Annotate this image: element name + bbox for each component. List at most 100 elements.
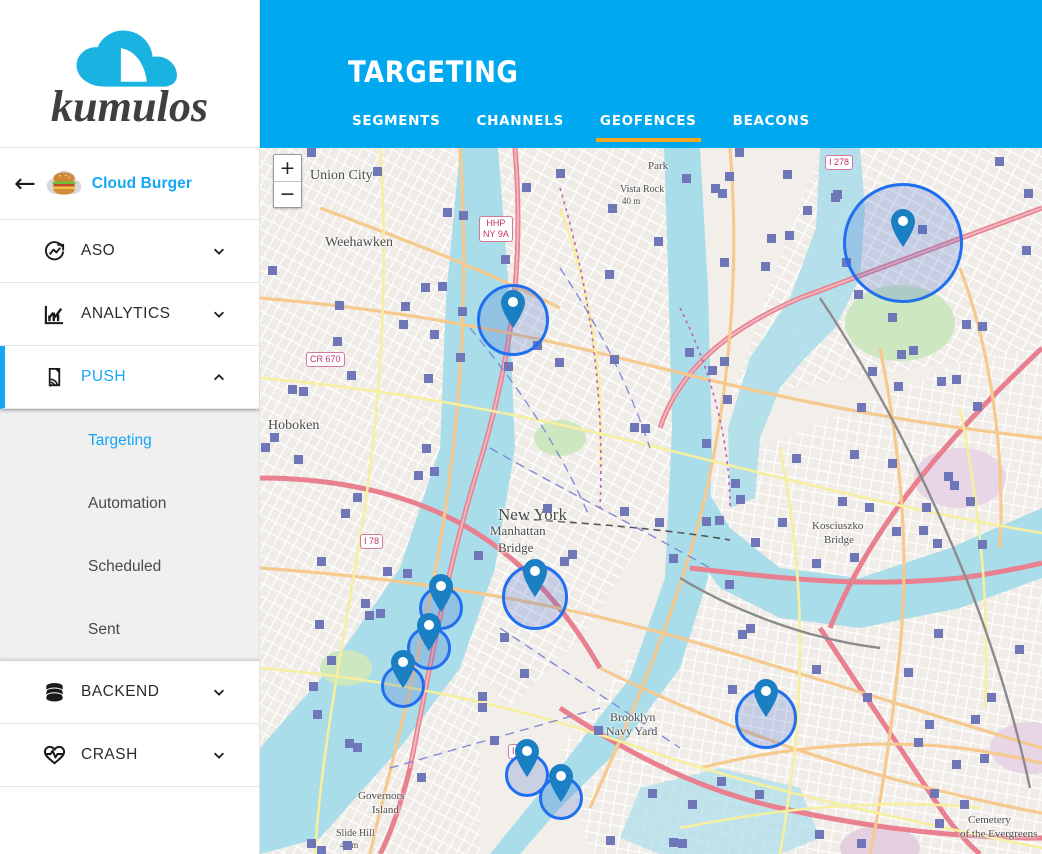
beacon-dot xyxy=(607,203,617,213)
map-zoom-controls[interactable]: + − xyxy=(273,154,302,208)
beacon-dot xyxy=(944,471,954,481)
beacon-dot xyxy=(971,714,981,724)
geofence-marker-pin[interactable] xyxy=(415,612,443,657)
map-place-label: Weehawken xyxy=(325,235,394,250)
sidebar-item-push[interactable]: PUSH xyxy=(0,346,259,409)
beacon-dot xyxy=(737,630,747,640)
beacon-dot xyxy=(402,568,412,578)
header-tabs: SEGMENTS CHANNELS GEOFENCES BEACONS xyxy=(348,112,814,148)
beacon-dot xyxy=(423,374,433,384)
beacon-dot xyxy=(811,665,821,675)
app-root: kumulos ← Cloud Burger ASO ANALYTICS PUS… xyxy=(0,0,1042,854)
beacon-dot xyxy=(913,737,923,747)
beacon-dot xyxy=(724,580,734,590)
tab-channels[interactable]: CHANNELS xyxy=(473,112,568,142)
push-device-broadcast-icon xyxy=(41,364,67,390)
map-place-label: New York xyxy=(498,505,567,524)
chevron-down-icon[interactable] xyxy=(212,307,226,321)
beacon-dot xyxy=(966,497,976,507)
beacon-dot xyxy=(782,170,792,180)
beacon-dot xyxy=(422,444,432,454)
geofence-marker-pin[interactable] xyxy=(889,208,917,253)
map-place-label: Bridge xyxy=(498,540,534,555)
map-place-label: Manhattan xyxy=(490,523,546,538)
beacon-dot xyxy=(542,504,552,514)
beacon-dot xyxy=(903,667,913,677)
map-place-label: Park xyxy=(648,160,669,172)
beacon-dot xyxy=(909,345,919,355)
tab-geofences[interactable]: GEOFENCES xyxy=(595,112,701,142)
beacon-dot xyxy=(815,830,825,840)
page-title: TARGETING xyxy=(348,55,519,89)
beacon-dot xyxy=(849,552,859,562)
beacon-dot xyxy=(951,759,961,769)
geofence-marker-pin[interactable] xyxy=(547,763,575,808)
sidebar-subitem-label: Targeting xyxy=(88,431,152,449)
chevron-down-icon[interactable] xyxy=(212,685,226,699)
zoom-out-button[interactable]: − xyxy=(274,181,301,207)
beacon-dot xyxy=(398,320,408,330)
geofence-map[interactable]: Union City Weehawken Hoboken New York Manhat… xyxy=(260,148,1042,854)
beacon-dot xyxy=(438,282,448,292)
beacon-dot xyxy=(519,668,529,678)
map-place-label: Kosciuszko xyxy=(812,520,864,532)
sidebar-subitem-label: Automation xyxy=(88,494,167,512)
beacon-dot xyxy=(977,322,987,332)
beacon-dot xyxy=(383,567,393,576)
beacon-dot xyxy=(766,234,776,244)
beacon-dot xyxy=(669,837,679,847)
map-place-label: Island xyxy=(372,804,399,816)
road-shield-label: I 78 xyxy=(360,534,384,549)
sidebar-item-crash[interactable]: CRASH xyxy=(0,724,259,787)
beacon-dot xyxy=(372,167,382,177)
beacon-dot xyxy=(593,725,603,735)
beacon-dot xyxy=(891,527,901,537)
map-place-label: Vista Rock xyxy=(620,184,665,195)
geofence-marker-pin[interactable] xyxy=(499,289,527,334)
beacon-dot xyxy=(364,611,374,621)
brand-header[interactable]: kumulos xyxy=(0,0,259,148)
sidebar-item-aso[interactable]: ASO xyxy=(0,220,259,283)
beacon-dot xyxy=(610,354,620,364)
beacon-dot xyxy=(478,691,488,701)
sidebar-subitem-scheduled[interactable]: Scheduled xyxy=(0,535,259,598)
sidebar-subitem-targeting[interactable]: Targeting xyxy=(0,409,259,472)
geofence-marker-pin[interactable] xyxy=(513,738,541,783)
beacon-dot xyxy=(317,557,327,567)
zoom-in-button[interactable]: + xyxy=(274,155,301,181)
app-switcher[interactable]: ← Cloud Burger xyxy=(0,148,259,220)
chevron-down-icon[interactable] xyxy=(212,748,226,762)
back-arrow-icon[interactable]: ← xyxy=(14,171,36,197)
sidebar-subitem-sent[interactable]: Sent xyxy=(0,598,259,661)
geofence-marker-pin[interactable] xyxy=(752,678,780,723)
beacon-dot xyxy=(701,516,711,526)
push-submenu: Targeting Automation Scheduled Sent xyxy=(0,409,259,661)
sidebar-item-analytics[interactable]: ANALYTICS xyxy=(0,283,259,346)
beacon-dot xyxy=(401,302,411,312)
tab-segments[interactable]: SEGMENTS xyxy=(348,112,445,142)
beacon-dot xyxy=(812,558,822,568)
beacon-dot xyxy=(715,515,725,525)
sidebar-item-backend[interactable]: BACKEND xyxy=(0,661,259,724)
map-place-label: Navy Yard xyxy=(606,724,658,738)
sidebar-subitem-automation[interactable]: Automation xyxy=(0,472,259,535)
sidebar-item-label: BACKEND xyxy=(81,683,160,700)
map-place-label: Cemetery xyxy=(968,814,1011,826)
geofence-marker-pin[interactable] xyxy=(389,649,417,694)
beacon-dot xyxy=(555,169,565,179)
beacon-dot xyxy=(457,306,467,316)
aso-chart-refresh-icon xyxy=(41,238,67,264)
cloud-logo-icon: kumulos xyxy=(51,30,208,127)
beacon-dot xyxy=(893,382,903,392)
beacon-dot xyxy=(929,788,939,798)
tab-beacons[interactable]: BEACONS xyxy=(729,112,814,142)
chevron-up-icon[interactable] xyxy=(212,370,226,384)
beacon-dot xyxy=(307,838,317,848)
beacon-dot xyxy=(933,538,943,548)
beacon-dot xyxy=(332,337,342,347)
geofence-marker-pin[interactable] xyxy=(521,558,549,603)
beacon-dot xyxy=(340,509,350,519)
sidebar: kumulos ← Cloud Burger ASO ANALYTICS PUS… xyxy=(0,0,260,854)
chevron-down-icon[interactable] xyxy=(212,244,226,258)
beacon-dot xyxy=(707,366,717,375)
